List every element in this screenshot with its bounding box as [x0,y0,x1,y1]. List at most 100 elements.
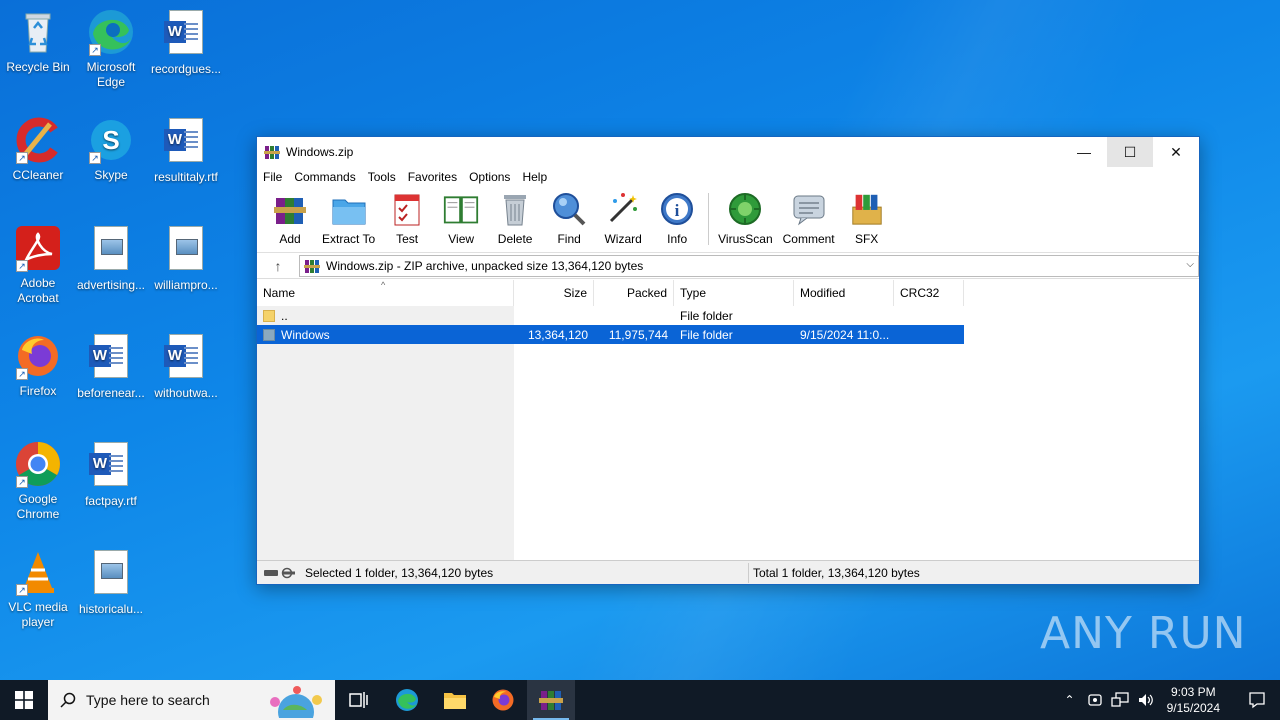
desktop-icon-label: recordgues... [150,62,222,76]
desktop-icon-acrobat[interactable]: ↗ Adobe Acrobat [0,224,76,306]
column-headers: Name ^ Size Packed Type Modified CRC32 [257,280,964,306]
desktop-icon-edge[interactable]: ↗ Microsoft Edge [73,8,149,90]
folder-icon [263,329,275,342]
desktop-icon-firefox[interactable]: ↗ Firefox [0,332,76,399]
desktop-icon-withoutwa[interactable]: W withoutwa... [148,332,224,401]
menu-help[interactable]: Help [522,170,547,184]
sfx-button[interactable]: SFX [842,191,892,246]
menu-bar: File Commands Tools Favorites Options He… [257,167,1199,187]
view-label: View [448,232,475,246]
column-modified[interactable]: Modified [794,280,894,306]
trash-icon [497,191,533,227]
column-name[interactable]: Name ^ [257,280,514,306]
column-size[interactable]: Size [514,280,594,306]
title-bar[interactable]: Windows.zip — ☐ ✕ [257,137,1199,167]
taskbar: Type here to search ⌃ 9:03 PM 9/15/2024 [0,680,1280,720]
desktop-icon-vlc[interactable]: ↗ VLC media player [0,548,76,630]
chevron-down-icon[interactable]: ⌵ [1186,259,1194,270]
meet-now-icon[interactable] [1087,692,1103,708]
desktop-icon-williampro[interactable]: williampro... [148,224,224,293]
minimize-button[interactable]: — [1061,137,1107,167]
volume-icon[interactable] [1137,692,1155,708]
menu-file[interactable]: File [263,170,282,184]
test-icon [389,191,425,227]
edge-icon: ↗ [87,8,135,56]
menu-options[interactable]: Options [469,170,510,184]
add-archive-icon [272,191,308,227]
search-placeholder: Type here to search [86,692,210,708]
watermark-logo: ANY RUN [1040,608,1247,659]
test-label: Test [396,232,419,246]
add-button[interactable]: Add [265,191,315,246]
search-icon [60,692,76,708]
delete-button[interactable]: Delete [490,191,540,246]
desktop-icon-historicalu[interactable]: historicalu... [73,548,149,617]
menu-favorites[interactable]: Favorites [408,170,457,184]
close-button[interactable]: ✕ [1153,137,1199,167]
path-combobox[interactable]: Windows.zip - ZIP archive, unpacked size… [299,254,1199,277]
comment-button[interactable]: Comment [780,191,838,246]
drive-icon[interactable] [263,567,297,579]
window-title: Windows.zip [286,145,354,159]
desktop-icon-skype[interactable]: S ↗ Skype [73,116,149,183]
network-icon[interactable] [1110,692,1129,708]
desktop-icon-beforenear[interactable]: W beforenear... [73,332,149,401]
desktop-icon-advertising[interactable]: advertising... [73,224,149,293]
folder-extract-icon [331,191,367,227]
desktop-icon-factpay[interactable]: W factpay.rtf [73,440,149,509]
status-total-text: Total 1 folder, 13,364,120 bytes [753,565,920,580]
desktop-icon-ccleaner[interactable]: ↗ CCleaner [0,116,76,183]
column-type[interactable]: Type [674,280,794,306]
up-arrow-icon[interactable]: ↑ [257,258,299,274]
desktop-icon-chrome[interactable]: ↗ Google Chrome [0,440,76,522]
winrar-app-icon [264,146,280,159]
system-tray: ⌃ 9:03 PM 9/15/2024 [1065,680,1280,720]
desktop-icon-label: Firefox [19,384,57,398]
view-button[interactable]: View [436,191,486,246]
clock[interactable]: 9:03 PM 9/15/2024 [1167,684,1220,716]
desktop-icon-label: Google Chrome [16,492,60,521]
wizard-label: Wizard [604,232,642,246]
table-row[interactable]: .. File folder [257,306,964,325]
virusscan-button[interactable]: VirusScan [715,191,775,246]
desktop-icon-recycle-bin[interactable]: Recycle Bin [0,8,76,75]
table-row-selected[interactable]: Windows 13,364,120 11,975,744 File folde… [257,325,964,344]
task-view-button[interactable] [335,680,383,720]
extract-to-label: Extract To [322,232,376,246]
word-doc-icon: W [162,334,210,382]
folder-icon [263,310,275,323]
notifications-button[interactable] [1234,680,1280,720]
column-packed[interactable]: Packed [594,280,674,306]
start-button[interactable] [0,680,48,720]
clock-time: 9:03 PM [1170,685,1216,699]
info-label: Info [667,232,688,246]
firefox-icon [492,689,514,711]
taskbar-winrar[interactable] [527,680,575,720]
extract-to-button[interactable]: Extract To [319,191,378,246]
winrar-icon [539,691,563,710]
virusscan-label: VirusScan [718,232,773,246]
find-button[interactable]: Find [544,191,594,246]
word-doc-icon: W [87,334,135,382]
desktop-icon-resultitaly[interactable]: W resultitaly.rtf [148,116,224,185]
desktop-icon-label: VLC media player [8,600,68,629]
info-button[interactable]: i Info [652,191,702,246]
menu-commands[interactable]: Commands [294,170,355,184]
taskbar-search-box[interactable]: Type here to search [48,680,335,720]
sfx-label: SFX [854,232,879,246]
word-doc-icon: W [162,10,210,58]
desktop-icon-recordgues[interactable]: W recordgues... [148,8,224,77]
virus-icon [727,191,763,227]
maximize-button[interactable]: ☐ [1107,137,1153,167]
taskbar-edge[interactable] [383,680,431,720]
winrar-window: Windows.zip — ☐ ✕ File Commands Tools Fa… [256,136,1200,585]
show-hidden-icons-chevron-up-icon[interactable]: ⌃ [1065,693,1075,707]
taskbar-file-explorer[interactable] [431,680,479,720]
notification-icon [1249,692,1265,709]
test-button[interactable]: Test [382,191,432,246]
taskbar-firefox[interactable] [479,680,527,720]
status-bar: Selected 1 folder, 13,364,120 bytes Tota… [257,560,1199,584]
column-crc32[interactable]: CRC32 [894,280,964,306]
menu-tools[interactable]: Tools [368,170,396,184]
wizard-button[interactable]: Wizard [598,191,648,246]
